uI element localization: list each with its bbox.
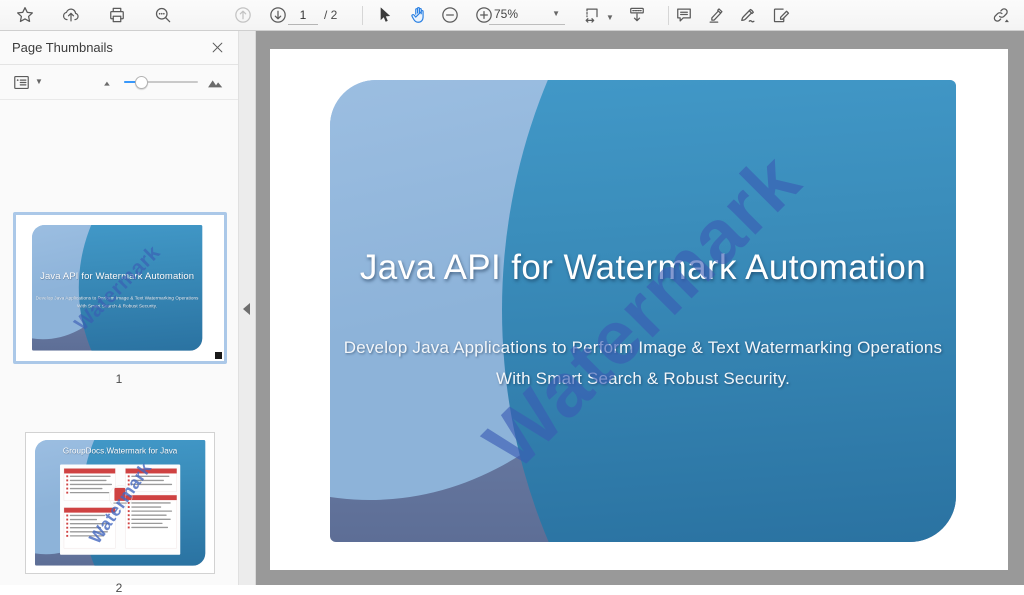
slider-knob[interactable]: [135, 76, 148, 89]
feature-box: [64, 468, 116, 501]
page-2-label: 2: [0, 581, 238, 595]
chevron-down-icon: ▼: [35, 78, 43, 86]
slide-swoosh-dark: [502, 80, 956, 542]
page-number-input[interactable]: [288, 5, 318, 25]
select-tool-button[interactable]: [371, 2, 397, 28]
share-upload-button[interactable]: [58, 2, 84, 28]
pdf-page-1: Java API for Watermark Automation Develo…: [270, 49, 1008, 570]
zoom-out-button[interactable]: [437, 2, 463, 28]
fit-width-button[interactable]: [579, 2, 605, 28]
zoom-level-value: 75%: [494, 7, 518, 21]
slide2-title: GroupDocs.Watermark for Java: [35, 447, 205, 456]
fill-sign-button[interactable]: [768, 2, 794, 28]
sign-button[interactable]: [735, 2, 761, 28]
toolbar: / 2 75% ▼ ▼: [0, 0, 1024, 31]
close-panel-button[interactable]: [208, 39, 226, 57]
page-total-label: / 2: [324, 8, 337, 22]
zoom-in-thumbnails-icon[interactable]: [206, 72, 226, 92]
zoom-out-thumbnails-icon[interactable]: [101, 75, 116, 90]
search-icon[interactable]: [150, 2, 176, 28]
document-view: Java API for Watermark Automation Develo…: [256, 31, 1024, 585]
thumbnails-panel-header: Page Thumbnails: [0, 31, 238, 65]
star-button[interactable]: [12, 2, 38, 28]
zoom-level-dropdown[interactable]: 75% ▼: [489, 4, 565, 25]
panel-title: Page Thumbnails: [12, 40, 113, 55]
slide1-thumbnail: Java API for Watermark Automation Develo…: [32, 225, 202, 351]
panel-splitter[interactable]: [238, 31, 256, 585]
hand-tool-button[interactable]: [405, 2, 431, 28]
previous-page-button[interactable]: [230, 2, 256, 28]
toolbar-separator: [668, 6, 669, 25]
chevron-down-icon: ▼: [552, 10, 560, 18]
comment-button[interactable]: [671, 2, 697, 28]
thumbnail-page-1[interactable]: Java API for Watermark Automation Develo…: [13, 212, 227, 364]
share-link-button[interactable]: [988, 2, 1014, 28]
thumbnail-options-button[interactable]: ▼: [12, 73, 43, 92]
slide2-thumbnail: GroupDocs.Watermark for Java: [35, 440, 205, 566]
thumbnails-panel: Page Thumbnails ▼ Java API for Watermark…: [0, 31, 238, 585]
slide1: Java API for Watermark Automation Develo…: [330, 80, 956, 542]
thumbnail-size-slider[interactable]: [124, 76, 198, 88]
highlight-button[interactable]: [703, 2, 729, 28]
page-handle: [215, 352, 222, 359]
toolbar-separator: [362, 6, 363, 25]
page-1-label: 1: [0, 372, 238, 386]
feature-box: [125, 495, 177, 548]
print-button[interactable]: [104, 2, 130, 28]
collapse-panel-icon[interactable]: [243, 303, 250, 315]
scroll-mode-button[interactable]: [624, 2, 650, 28]
thumbnails-controls: ▼: [0, 65, 238, 100]
chevron-down-icon[interactable]: ▼: [606, 13, 614, 22]
thumbnail-page-2[interactable]: GroupDocs.Watermark for Java: [25, 432, 215, 574]
